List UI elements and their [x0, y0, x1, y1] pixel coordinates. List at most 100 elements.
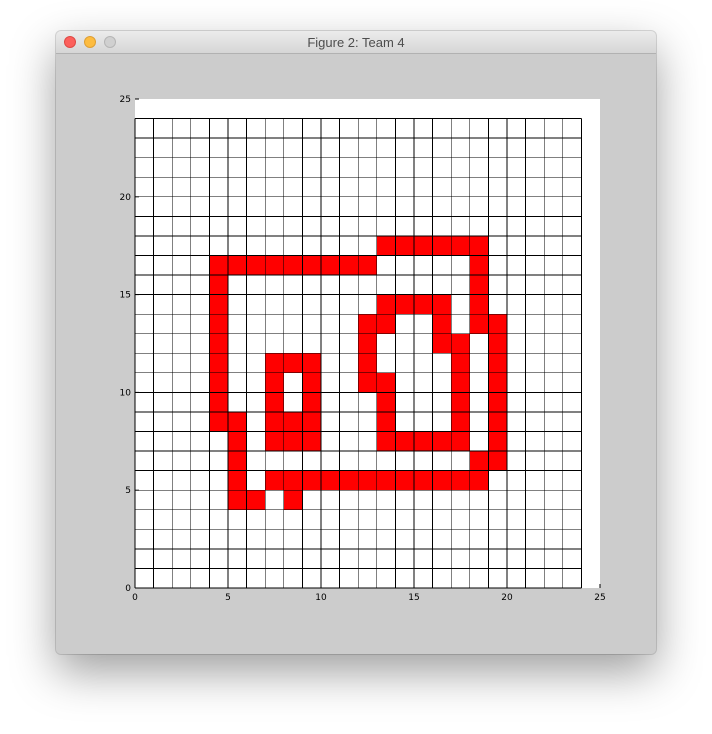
y-tick-label: 5 — [125, 486, 131, 496]
filled-cell — [209, 333, 228, 354]
filled-cell — [339, 470, 359, 491]
filled-cell — [265, 470, 284, 491]
filled-cell — [451, 235, 470, 256]
filled-cell — [488, 372, 507, 393]
filled-cell — [339, 255, 359, 276]
filled-cell — [395, 235, 414, 256]
filled-cell — [246, 255, 266, 276]
window-title: Figure 2: Team 4 — [307, 35, 405, 50]
filled-cell — [283, 490, 303, 510]
filled-cell — [209, 255, 228, 276]
filled-cell — [321, 255, 340, 276]
y-tick-label: 0 — [125, 584, 131, 594]
filled-cell — [302, 411, 321, 432]
filled-cell — [358, 314, 377, 334]
filled-cell — [488, 353, 507, 373]
filled-cell — [451, 392, 470, 412]
filled-cell — [414, 470, 433, 491]
filled-cell — [358, 333, 377, 354]
filled-cell — [469, 451, 489, 471]
filled-cell — [283, 411, 303, 432]
filled-cell — [376, 411, 396, 432]
filled-cell — [469, 470, 489, 491]
filled-cell — [432, 431, 452, 452]
filled-cell — [265, 411, 284, 432]
filled-cell — [302, 372, 321, 393]
filled-cell — [228, 411, 247, 432]
filled-cell — [432, 470, 452, 491]
filled-cell — [302, 470, 321, 491]
filled-cell — [209, 392, 228, 412]
x-tick-label: 10 — [315, 593, 327, 603]
filled-cell — [451, 353, 470, 373]
filled-cell — [283, 255, 303, 276]
filled-cell — [395, 431, 414, 452]
filled-cell — [265, 431, 284, 452]
filled-cell — [283, 470, 303, 491]
filled-cell — [376, 314, 396, 334]
filled-cell — [451, 333, 470, 354]
filled-cell — [265, 392, 284, 412]
filled-cell — [432, 294, 452, 315]
filled-cell — [488, 314, 507, 334]
filled-cell — [432, 333, 452, 354]
filled-cell — [395, 470, 414, 491]
filled-cell — [228, 490, 247, 510]
filled-cell — [414, 294, 433, 315]
filled-cell — [414, 235, 433, 256]
filled-cell — [488, 411, 507, 432]
filled-cell — [302, 255, 321, 276]
filled-cell — [358, 353, 377, 373]
filled-cell — [283, 431, 303, 452]
filled-cell — [376, 470, 396, 491]
filled-cell — [376, 294, 396, 315]
y-tick-label: 25 — [120, 95, 131, 105]
filled-cell — [209, 372, 228, 393]
y-tick-label: 20 — [120, 193, 132, 203]
filled-cell — [283, 353, 303, 373]
filled-cell — [414, 431, 433, 452]
filled-cell — [265, 372, 284, 393]
filled-cell — [469, 294, 489, 315]
filled-cell — [209, 314, 228, 334]
filled-cell — [451, 470, 470, 491]
filled-cell — [432, 235, 452, 256]
filled-cell — [358, 255, 377, 276]
filled-cell — [469, 314, 489, 334]
filled-cell — [302, 392, 321, 412]
x-tick-label: 15 — [408, 593, 419, 603]
filled-cell — [209, 411, 228, 432]
filled-cell — [321, 470, 340, 491]
filled-cell — [451, 411, 470, 432]
filled-cell — [469, 235, 489, 256]
y-tick-label: 10 — [120, 388, 132, 398]
filled-cell — [488, 392, 507, 412]
filled-cell — [376, 392, 396, 412]
filled-cell — [246, 490, 266, 510]
x-tick-label: 5 — [225, 593, 231, 603]
filled-cell — [209, 275, 228, 295]
figure-window: Figure 2: Team 4 0 5 10 15 20 25 0 5 10 15 20 25 — [56, 31, 656, 654]
title-bar: Figure 2: Team 4 — [56, 31, 656, 54]
x-tick-label: 0 — [132, 593, 138, 603]
x-tick-label: 25 — [594, 593, 605, 603]
filled-cell — [358, 470, 377, 491]
filled-cell — [376, 431, 396, 452]
filled-cell — [302, 353, 321, 373]
filled-cell — [228, 470, 247, 491]
filled-cell — [451, 372, 470, 393]
filled-cell — [469, 255, 489, 276]
filled-cell — [451, 431, 470, 452]
filled-cell — [358, 372, 377, 393]
filled-cell — [376, 372, 396, 393]
filled-cell — [469, 275, 489, 295]
filled-cell — [209, 294, 228, 315]
filled-cell — [228, 431, 247, 452]
filled-cell — [209, 353, 228, 373]
filled-cell — [395, 294, 414, 315]
filled-cell — [265, 255, 284, 276]
filled-cell — [228, 451, 247, 471]
y-tick-label: 15 — [120, 291, 131, 301]
filled-cell — [376, 235, 396, 256]
filled-cell — [228, 255, 247, 276]
